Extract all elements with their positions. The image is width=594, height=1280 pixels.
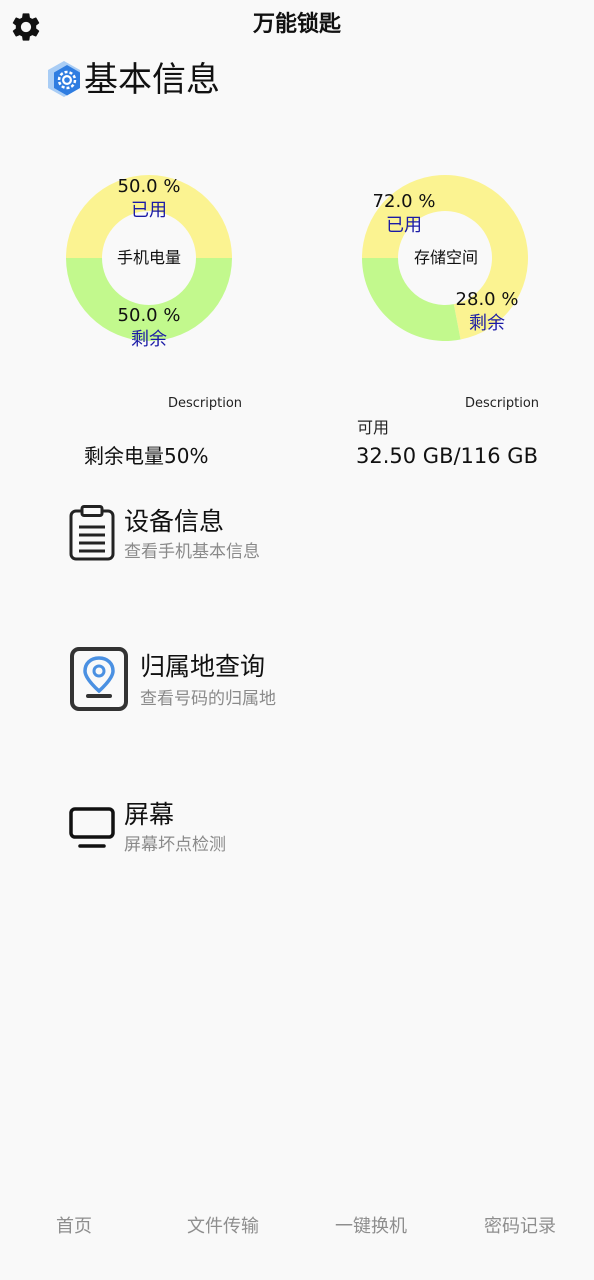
battery-remain-label: 50.0 % 剩余: [94, 304, 204, 352]
battery-used-name: 已用: [131, 200, 167, 221]
nav-item-file-transfer[interactable]: 文件传输: [149, 1205, 297, 1249]
nav-item-phone-clone[interactable]: 一键换机: [297, 1205, 445, 1249]
battery-remaining-text: 剩余电量50%: [84, 444, 209, 468]
battery-used-percent: 50.0 %: [117, 176, 181, 197]
feature-screen-title: 屏幕: [124, 800, 175, 829]
location-pin-icon: [68, 646, 130, 718]
nav-item-password-records[interactable]: 密码记录: [446, 1205, 594, 1249]
feature-location-query-title: 归属地查询: [140, 652, 266, 681]
feature-location-query[interactable]: 归属地查询 查看号码的归属地: [68, 646, 538, 716]
storage-used-name: 已用: [386, 215, 422, 236]
storage-remain-name: 剩余: [469, 313, 505, 334]
storage-used-label: 72.0 % 已用: [349, 190, 459, 238]
battery-donut-chart: 50.0 % 已用 手机电量 50.0 % 剩余: [50, 168, 250, 358]
feature-device-info-subtitle: 查看手机基本信息: [124, 542, 260, 562]
storage-chart-description: Description: [465, 396, 540, 411]
storage-center-label: 存储空间: [413, 248, 478, 267]
battery-remain-percent: 50.0 %: [117, 305, 181, 326]
bottom-nav: 首页 文件传输 一键换机 密码记录: [0, 1205, 594, 1249]
feature-device-info-title: 设备信息: [124, 507, 225, 536]
storage-available-caption: 可用: [357, 418, 390, 437]
battery-remain-name: 剩余: [131, 329, 167, 350]
clipboard-icon: [68, 505, 116, 567]
app-header: 万能锁匙: [0, 0, 594, 52]
feature-device-info[interactable]: 设备信息 查看手机基本信息: [68, 505, 538, 575]
screen: 万能锁匙 基本信息 50.0 % 已用 手机电量 50.0 % 剩余 72.0 …: [0, 0, 594, 1280]
battery-center-label: 手机电量: [116, 248, 181, 267]
battery-chart-description: Description: [168, 396, 243, 411]
storage-used-percent: 72.0 %: [372, 191, 436, 212]
app-title: 万能锁匙: [252, 12, 341, 37]
feature-location-query-subtitle: 查看号码的归属地: [140, 689, 276, 709]
section-title: 基本信息: [84, 60, 220, 100]
battery-used-label: 50.0 % 已用: [94, 175, 204, 223]
storage-remain-label: 28.0 % 剩余: [432, 288, 542, 336]
monitor-icon: [68, 806, 116, 854]
feature-screen[interactable]: 屏幕 屏幕坏点检测: [68, 800, 538, 870]
storage-remain-percent: 28.0 %: [455, 289, 519, 310]
feature-screen-subtitle: 屏幕坏点检测: [124, 835, 226, 855]
storage-donut-chart: 72.0 % 已用 存储空间 28.0 % 剩余: [346, 168, 546, 358]
nav-item-home[interactable]: 首页: [0, 1205, 148, 1249]
storage-value-text: 32.50 GB/116 GB: [356, 444, 538, 468]
settings-hexagon-icon: [46, 60, 82, 98]
